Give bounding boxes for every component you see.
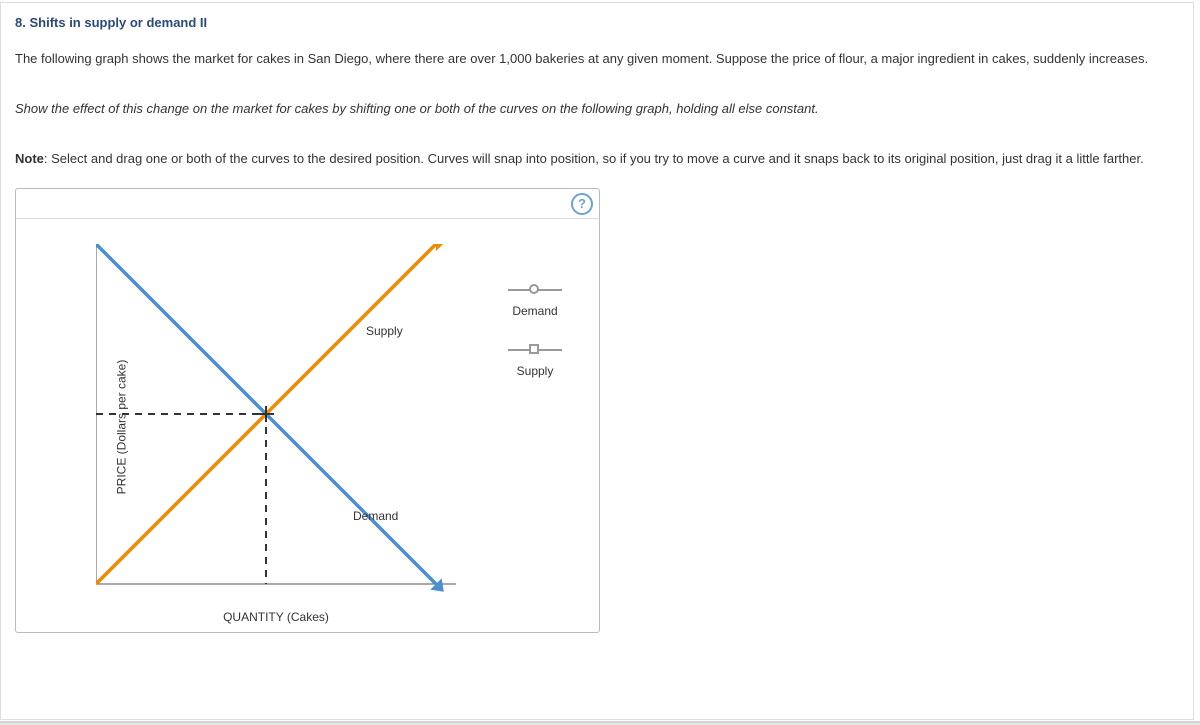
legend-item-demand[interactable]: Demand	[495, 284, 575, 318]
graph-widget: ? PRICE (Dollars per cake)	[15, 188, 600, 633]
demand-curve-label: Demand	[353, 509, 398, 523]
bottom-shadow	[0, 721, 1200, 725]
intro-paragraph: The following graph shows the market for…	[15, 48, 1179, 70]
question-number: 8.	[15, 15, 26, 30]
x-axis-label: QUANTITY (Cakes)	[96, 610, 456, 624]
legend-item-supply[interactable]: Supply	[495, 344, 575, 378]
help-button[interactable]: ?	[571, 193, 593, 215]
graph-body: PRICE (Dollars per cake)	[16, 219, 599, 629]
legend: Demand Supply	[495, 284, 575, 404]
legend-label-demand: Demand	[495, 304, 575, 318]
note-body: : Select and drag one or both of the cur…	[44, 151, 1144, 166]
plot-svg[interactable]	[96, 244, 456, 604]
chart-area[interactable]: PRICE (Dollars per cake)	[46, 229, 466, 624]
note-label: Note	[15, 151, 44, 166]
legend-marker-demand	[508, 284, 562, 296]
instruction-paragraph: Show the effect of this change on the ma…	[15, 98, 1179, 120]
legend-marker-supply	[508, 344, 562, 356]
legend-label-supply: Supply	[495, 364, 575, 378]
question-header: 8. Shifts in supply or demand II	[15, 15, 1179, 30]
note-paragraph: Note: Select and drag one or both of the…	[15, 148, 1179, 170]
question-title: Shifts in supply or demand II	[29, 15, 207, 30]
supply-curve-label: Supply	[366, 324, 403, 338]
graph-toolbar: ?	[16, 189, 599, 219]
